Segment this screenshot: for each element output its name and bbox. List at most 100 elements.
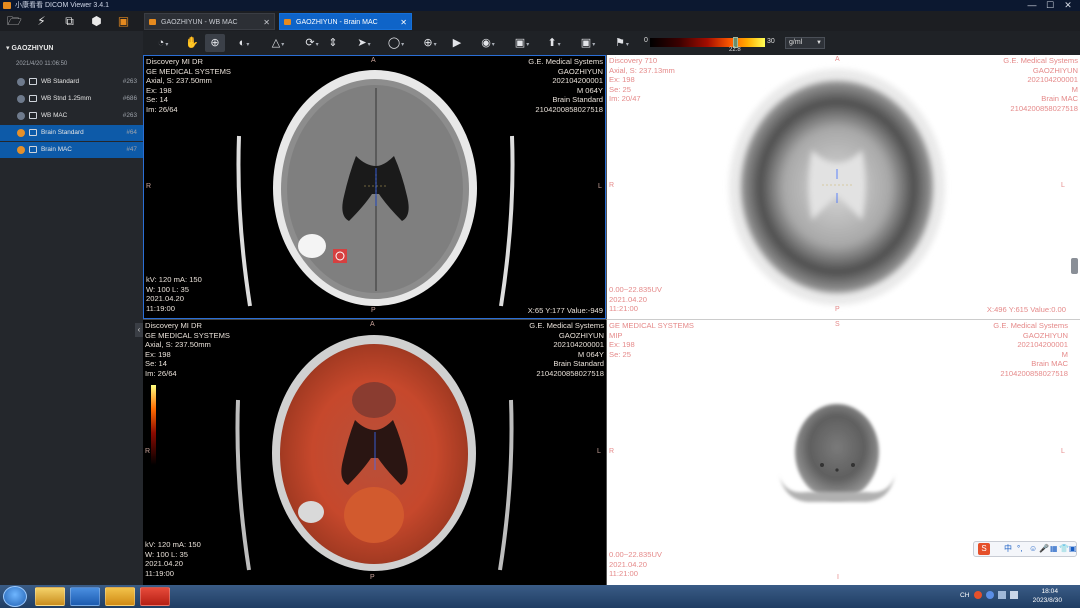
rotate-icon[interactable]: ⟳▾ [299,34,325,52]
orientation-right: L [598,183,602,190]
upload-icon[interactable]: ⬆▾ [541,34,567,52]
cube-icon[interactable]: ⬢ [89,14,104,28]
info-line: Discovery MI DR [145,321,202,330]
study-date: 2021/4/20 11:06:50 [16,61,68,67]
ct-bottom-left-info: kV: 120 mA: 150 W: 100 L: 35 2021.04.20 … [146,275,202,313]
ime-punctuation-icon[interactable]: °, [1017,542,1022,556]
series-count: #263 [122,78,137,85]
series-item[interactable]: WB Stnd 1.25mm #686 [0,91,143,107]
ct-top-right-info: G.E. Medical Systems GAOZHIYUN 202104200… [528,57,603,115]
app-taskbar-icon[interactable] [70,587,100,606]
info-line: M [1061,349,1068,359]
info-line: Im: 26/64 [146,104,178,114]
tab-close-icon[interactable]: ✕ [263,14,270,31]
series-item[interactable]: Brain MAC #47 [0,142,143,158]
info-line: M 064Y [577,349,604,359]
tag-icon[interactable]: ⚑▾ [609,34,635,52]
view-eye-icon[interactable]: ◉▾ [475,34,501,52]
info-line: Discovery 710 [609,56,658,65]
ime-keyboard-icon[interactable]: ▦ [1050,542,1058,556]
pan-hand-icon[interactable]: ✋ [183,34,201,52]
ime-mic-icon[interactable]: 🎤 [1039,542,1049,556]
series-check-icon[interactable] [17,95,25,103]
pet-pixel-readout: X:496 Y:615 Value:0.00 [986,305,1066,314]
unit-value: g/ml [789,39,803,46]
series-count: #64 [126,129,137,136]
mip-top-right-info: G.E. Medical Systems GAOZHIYUN 202104200… [993,321,1068,379]
series-check-icon[interactable] [17,129,25,137]
series-check-icon[interactable] [17,78,25,86]
layers-icon[interactable]: ⧉ [62,14,77,28]
input-language[interactable]: CH [960,592,970,599]
pet-top-right-info: G.E. Medical Systems GAOZHIYUN 202104200… [1003,56,1078,114]
patient-name[interactable]: ▾ GAOZHIYUN [6,44,53,52]
series-check-icon[interactable] [17,146,25,154]
help-tray-icon[interactable] [986,591,994,599]
info-line: 202104200001 [553,340,604,350]
orientation-left: R [609,448,615,455]
series-item[interactable]: Brain Standard #64 [0,125,143,141]
flash-icon[interactable]: ⚡ [34,14,49,28]
info-line: 2104200858027518 [1010,103,1078,113]
zoom-icon[interactable]: ⊕ [205,34,225,52]
info-line: GE MEDICAL SYSTEMS [145,330,230,340]
file-explorer-icon[interactable] [35,587,65,606]
ime-skin-icon[interactable]: 👕 [1059,542,1069,556]
ime-toolbar[interactable]: S 中 °, ☺ 🎤 ▦ 👕 ▣ [973,541,1077,557]
volume-tray-icon[interactable] [1010,591,1018,599]
series-image-icon [29,95,37,102]
pet-viewport[interactable]: Discovery 710 Axial, S: 237.13mm Ex: 198… [606,55,1080,319]
flip-icon[interactable]: ⇕ [325,34,341,52]
series-check-icon[interactable] [17,112,25,120]
close-button[interactable]: ✕ [1060,0,1076,11]
series-image-icon [29,78,37,85]
orientation-left: R [146,183,152,190]
unit-select[interactable]: g/ml ▼ [785,37,825,49]
layout-tool-icon[interactable]: ◔▾ [151,34,175,52]
roi-icon[interactable]: ◯▾ [383,34,409,52]
measure-icon[interactable]: △▾ [265,34,291,52]
tab-wb-mac[interactable]: GAOZHIYUN - WB MAC ✕ [144,13,275,30]
orientation-left: R [145,448,151,455]
ime-chinese-mode[interactable]: 中 [1004,542,1012,556]
window-level-icon[interactable]: ◐▾ [231,34,257,52]
minimize-button[interactable]: — [1024,0,1040,11]
select-arrow-icon[interactable]: ➤▾ [351,34,377,52]
play-icon[interactable]: ▶ [449,34,465,52]
window-title: 小康看看 DICOM Viewer 3.4.1 [15,2,110,9]
paint-icon[interactable]: ▣▾ [575,34,601,52]
ime-emoji-icon[interactable]: ☺ [1029,542,1037,556]
export-icon[interactable]: ▣ [116,14,131,28]
pet-colorbar[interactable] [650,37,765,48]
orientation-top: A [370,321,375,328]
series-name: WB Standard [41,78,80,85]
ime-toolbox-icon[interactable]: ▣ [1069,542,1077,556]
tab-brain-mac[interactable]: GAOZHIYUN - Brain MAC ✕ [279,13,412,30]
clock-time[interactable]: 18:04 [1041,588,1058,595]
dicom-viewer-taskbar-icon[interactable] [105,587,135,606]
info-line: Brain Standard [552,95,603,105]
clock-date[interactable]: 2023/8/30 [1033,597,1062,604]
ct-viewport[interactable]: Discovery MI DR GE MEDICAL SYSTEMS Axial… [143,55,606,319]
crosshair-icon[interactable]: ⊕▾ [417,34,443,52]
scrollbar-thumb[interactable] [1071,258,1078,274]
ct-pixel-readout: X:65 Y:177 Value:-949 [527,306,603,315]
info-line: 2021.04.20 [145,559,184,569]
mip-bottom-left-info: 0.00~22.835UV 2021.04.20 11:21:00 [609,550,662,579]
image-icon[interactable]: ▣▾ [509,34,535,52]
start-button[interactable] [3,586,27,607]
info-line: 2021.04.20 [609,559,648,569]
maximize-button[interactable]: ☐ [1042,0,1058,11]
tab-close-icon[interactable]: ✕ [400,14,407,31]
series-item[interactable]: WB MAC #263 [0,108,143,124]
info-line: 2021.04.20 [146,294,185,304]
sogou-tray-icon[interactable] [974,591,982,599]
series-item[interactable]: WB Standard #263 [0,74,143,90]
collapse-sidebar-button[interactable]: ‹ [135,323,143,337]
sogou-logo-icon[interactable]: S [978,543,990,555]
network-tray-icon[interactable] [998,591,1006,599]
wps-taskbar-icon[interactable] [140,587,170,606]
info-line: GE MEDICAL SYSTEMS [609,321,694,330]
fusion-viewport[interactable]: Discovery MI DR GE MEDICAL SYSTEMS Axial… [143,319,606,585]
open-folder-icon[interactable]: 🗁 [7,14,22,28]
